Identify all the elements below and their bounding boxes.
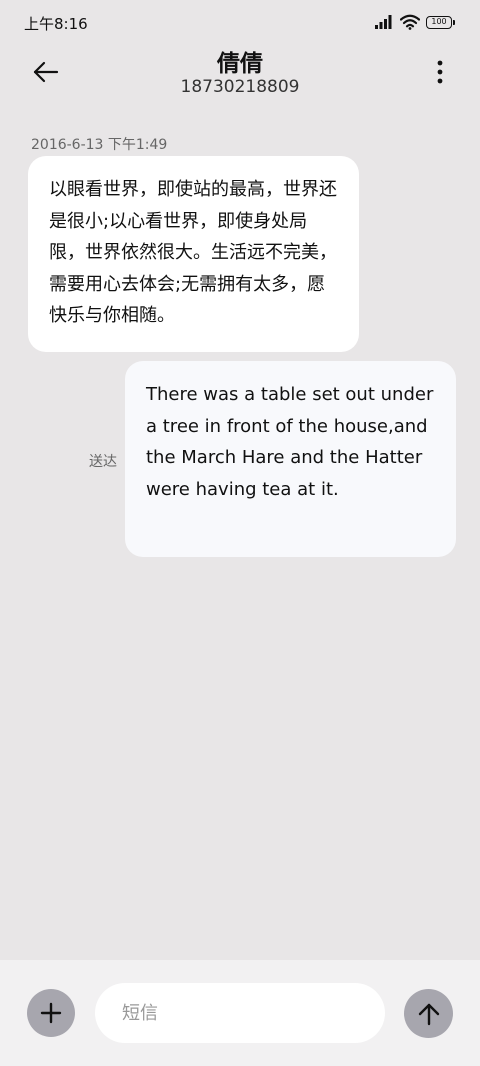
message-input[interactable] bbox=[95, 983, 385, 1043]
arrow-up-icon bbox=[418, 1003, 439, 1025]
status-icons: 100 bbox=[374, 14, 455, 30]
more-options-button[interactable] bbox=[430, 56, 450, 88]
add-attachment-button[interactable] bbox=[27, 989, 75, 1037]
message-bubble-received[interactable]: 以眼看世界，即使站的最高，世界还是很小;以心看世界，即使身处局限，世界依然很大。… bbox=[28, 156, 359, 352]
more-vertical-icon bbox=[437, 60, 443, 84]
contact-number: 18730218809 bbox=[180, 77, 300, 97]
wifi-icon bbox=[400, 14, 420, 30]
conversation-header: 倩倩 18730218809 bbox=[0, 44, 480, 108]
battery-icon: 100 bbox=[426, 15, 455, 29]
plus-icon bbox=[40, 1002, 62, 1024]
message-bubble-sent[interactable]: There was a table set out under a tree i… bbox=[125, 361, 456, 557]
message-timestamp: 2016-6-13 下午1:49 bbox=[31, 137, 168, 153]
status-bar: 上午8:16 100 bbox=[0, 0, 480, 44]
battery-level: 100 bbox=[431, 17, 447, 26]
composer-bar bbox=[0, 960, 480, 1066]
send-button[interactable] bbox=[404, 989, 453, 1038]
message-text: 以眼看世界，即使站的最高，世界还是很小;以心看世界，即使身处局限，世界依然很大。… bbox=[49, 179, 337, 326]
status-time: 上午8:16 bbox=[24, 15, 88, 33]
delivery-status: 送达 bbox=[89, 454, 117, 470]
signal-icon bbox=[375, 15, 392, 29]
message-text: There was a table set out under a tree i… bbox=[146, 384, 434, 500]
contact-name: 倩倩 bbox=[217, 51, 263, 77]
